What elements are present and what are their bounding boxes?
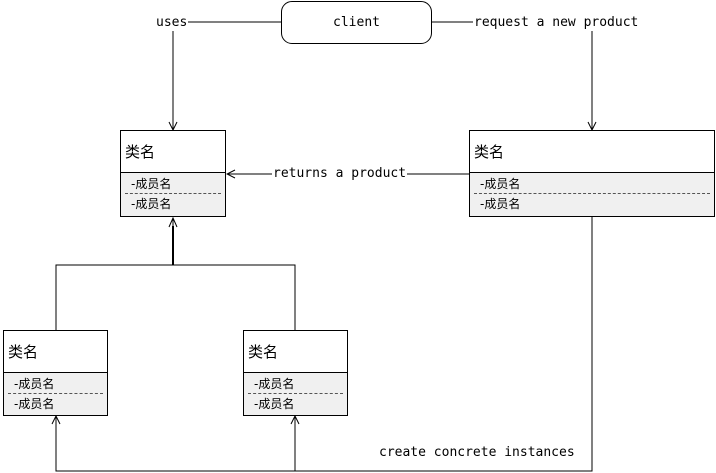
class-member: -成员名 [480,177,521,191]
class-member: -成员名 [254,377,295,391]
class-member: -成员名 [14,397,55,411]
request-label: request a new product [473,15,640,31]
class-members: -成员名 -成员名 [121,173,225,216]
class-name: 类名 [4,331,107,373]
class-member: -成员名 [131,197,172,211]
inheritance-edge [55,218,296,330]
concrete-product-a-class[interactable]: 类名 -成员名 -成员名 [3,330,108,416]
class-name: 类名 [470,131,714,173]
returns-label: returns a product [272,166,408,182]
class-member: -成员名 [14,377,55,391]
uses-edge [173,21,281,130]
factory-class[interactable]: 类名 -成员名 -成员名 [469,130,715,217]
client-label: client [333,15,380,30]
uses-label: uses [155,15,189,31]
class-member: -成员名 [131,177,172,191]
member-separator [8,393,103,394]
class-name: 类名 [244,331,347,373]
product-interface-class[interactable]: 类名 -成员名 -成员名 [120,130,226,217]
class-members: -成员名 -成员名 [244,373,347,415]
member-separator [474,193,710,194]
class-members: -成员名 -成员名 [4,373,107,415]
class-member: -成员名 [480,197,521,211]
class-member: -成员名 [254,397,295,411]
member-separator [248,393,343,394]
client-node[interactable]: client [281,1,432,44]
member-separator [125,193,221,194]
concrete-product-b-class[interactable]: 类名 -成员名 -成员名 [243,330,348,416]
class-members: -成员名 -成员名 [470,173,714,216]
request-edge [432,21,592,130]
create-label: create concrete instances [378,445,576,461]
class-name: 类名 [121,131,225,173]
